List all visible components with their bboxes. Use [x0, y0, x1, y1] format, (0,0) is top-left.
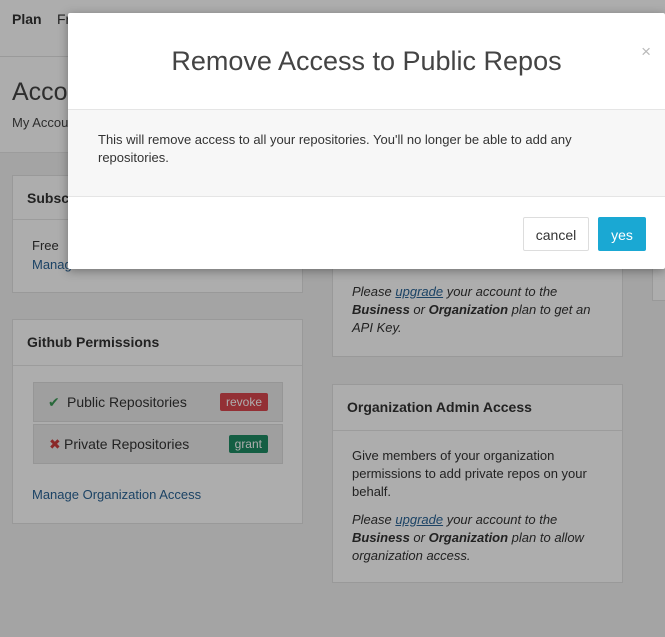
cancel-button[interactable]: cancel [523, 217, 589, 251]
modal-message: This will remove access to all your repo… [98, 132, 572, 165]
yes-button[interactable]: yes [598, 217, 646, 251]
modal-header: Remove Access to Public Repos × [68, 13, 665, 110]
modal-title: Remove Access to Public Repos [171, 46, 562, 76]
remove-access-modal: Remove Access to Public Repos × This wil… [68, 13, 665, 269]
modal-body: This will remove access to all your repo… [68, 110, 665, 197]
close-icon[interactable]: × [641, 42, 651, 62]
modal-footer: cancel yes [68, 197, 665, 269]
